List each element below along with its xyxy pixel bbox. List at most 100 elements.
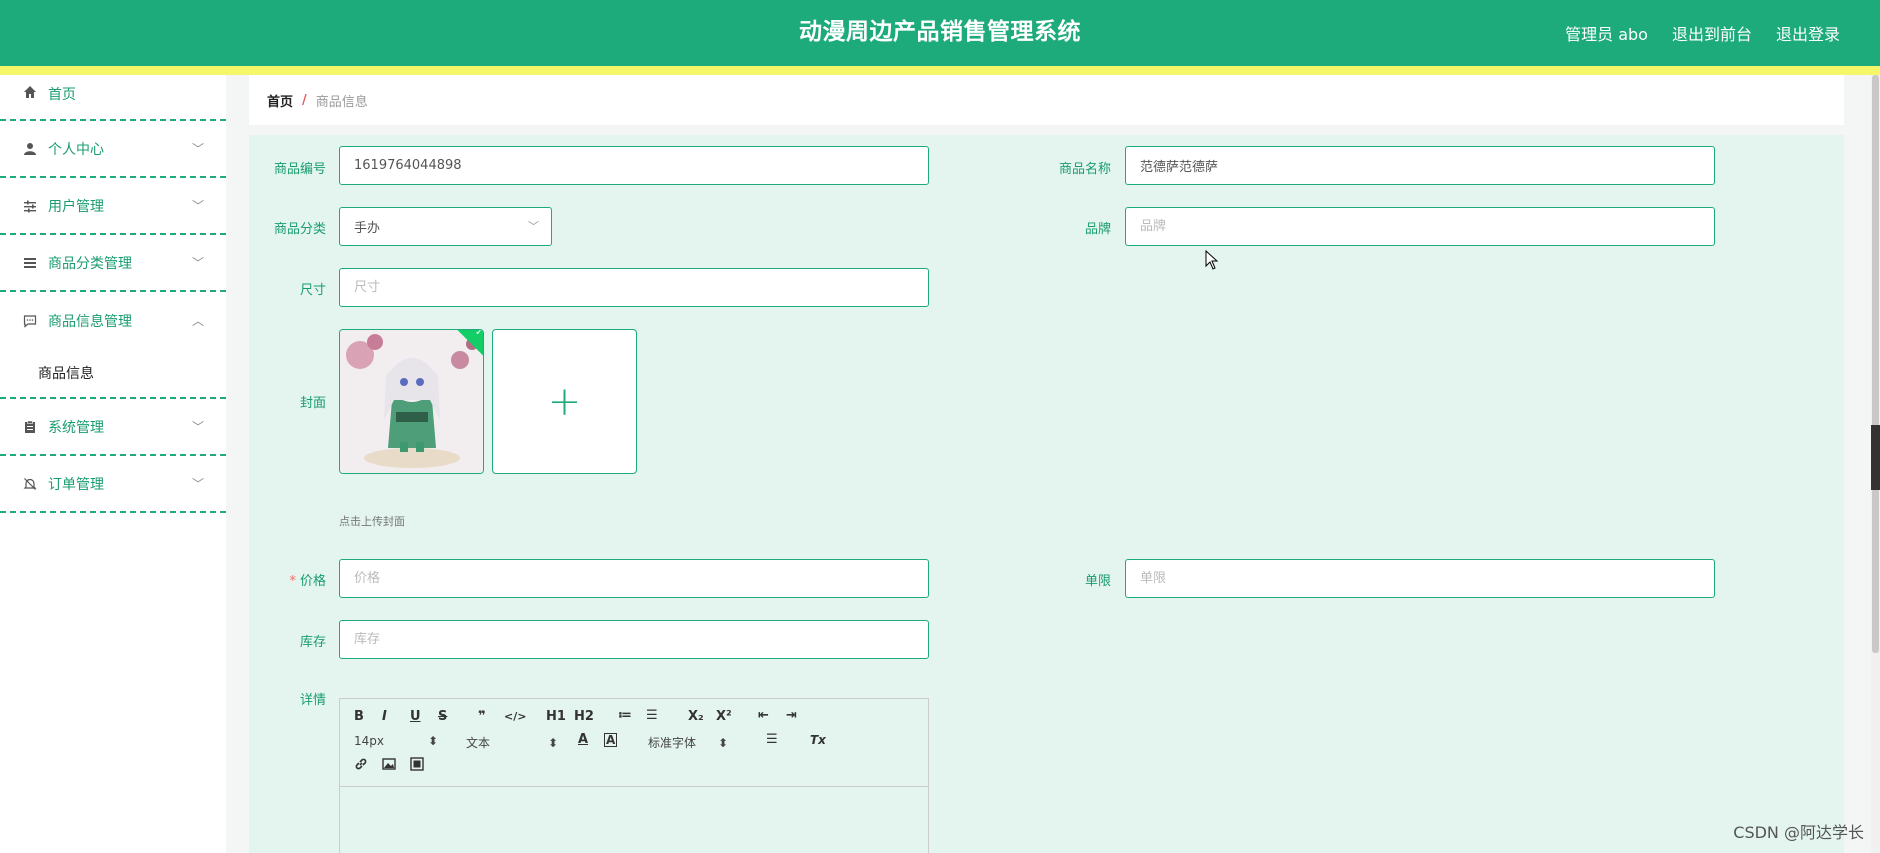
bold-button[interactable]: B bbox=[354, 709, 364, 724]
cover-image[interactable]: ✓ bbox=[339, 329, 484, 474]
sidebar-item-label: 个人中心 bbox=[48, 141, 104, 158]
product-name-label: 商品名称 bbox=[1058, 162, 1111, 177]
link-icon[interactable] bbox=[354, 757, 368, 775]
product-no-input[interactable] bbox=[339, 146, 929, 185]
background-color-icon[interactable]: A bbox=[604, 733, 618, 747]
header-stripe bbox=[0, 66, 1880, 75]
sidebar: 首页 个人中心 ﹀ 用户管理 ﹀ 商品分类管理 ﹀ 商品信息管理 ︿ 商品信息 bbox=[0, 75, 226, 853]
chevron-down-icon: ﹀ bbox=[191, 476, 204, 491]
chevron-down-icon: ﹀ bbox=[528, 220, 539, 233]
subscript-button[interactable]: X₂ bbox=[688, 709, 704, 724]
indent-button[interactable]: ⇥ bbox=[786, 708, 797, 723]
size-label: 尺寸 bbox=[299, 283, 326, 298]
header-select-value: 文本 bbox=[466, 736, 491, 750]
mouse-cursor-icon bbox=[1205, 249, 1219, 270]
breadcrumb: 首页 / 商品信息 bbox=[249, 75, 1844, 125]
sliders-icon bbox=[22, 198, 38, 214]
quote-button[interactable]: ❞ bbox=[478, 709, 486, 724]
font-size-value: 14px bbox=[354, 734, 384, 748]
font-family-select[interactable]: 标准字体 ⬍ bbox=[648, 734, 728, 751]
price-label: * 价格 bbox=[236, 570, 326, 589]
breadcrumb-separator: / bbox=[302, 92, 307, 108]
chevron-down-icon: ﹀ bbox=[191, 198, 204, 213]
underline-button[interactable]: U bbox=[410, 709, 421, 724]
cover-upload-button[interactable]: + bbox=[492, 329, 637, 474]
scrollbar-handle[interactable] bbox=[1871, 425, 1880, 490]
strike-button[interactable]: S bbox=[438, 709, 447, 724]
align-icon[interactable]: ☰ bbox=[766, 732, 778, 747]
superscript-button[interactable]: X² bbox=[716, 709, 732, 724]
editor-content-area[interactable] bbox=[340, 787, 928, 853]
chat-icon bbox=[22, 313, 38, 329]
sidebar-item-label: 首页 bbox=[48, 87, 76, 103]
brand-label: 品牌 bbox=[1084, 222, 1111, 237]
rich-text-editor: B I U S ❞ </> H1 H2 ≔ ☰ X₂ X² ⇤ ⇥ 14px ⬍ … bbox=[339, 698, 929, 853]
h2-button[interactable]: H2 bbox=[574, 709, 594, 724]
limit-label: 单限 bbox=[1084, 574, 1111, 589]
sidebar-item-label: 订单管理 bbox=[48, 476, 104, 493]
sidebar-item-personal[interactable]: 个人中心 ﹀ bbox=[0, 121, 226, 178]
product-name-input[interactable] bbox=[1125, 146, 1715, 185]
video-icon[interactable] bbox=[410, 757, 424, 775]
plus-icon: + bbox=[547, 378, 582, 425]
bullet-list-button[interactable]: ☰ bbox=[646, 708, 658, 723]
select-arrows-icon: ⬍ bbox=[428, 734, 439, 748]
header-select[interactable]: 文本 ⬍ bbox=[466, 734, 558, 751]
sidebar-item-users[interactable]: 用户管理 ﹀ bbox=[0, 178, 226, 235]
size-input[interactable] bbox=[339, 268, 929, 307]
list-icon bbox=[22, 255, 38, 271]
editor-toolbar: B I U S ❞ </> H1 H2 ≔ ☰ X₂ X² ⇤ ⇥ 14px ⬍ … bbox=[340, 699, 928, 787]
breadcrumb-current: 商品信息 bbox=[315, 94, 368, 110]
sidebar-item-category[interactable]: 商品分类管理 ﹀ bbox=[0, 235, 226, 292]
font-family-value: 标准字体 bbox=[648, 736, 697, 750]
sidebar-item-product[interactable]: 商品信息管理 ︿ bbox=[0, 292, 226, 349]
select-arrows-icon: ⬍ bbox=[548, 736, 559, 750]
select-arrows-icon: ⬍ bbox=[718, 736, 729, 750]
scrollbar-thumb[interactable] bbox=[1872, 75, 1879, 653]
sidebar-group-product: 商品信息管理 ︿ 商品信息 bbox=[0, 292, 226, 399]
user-icon bbox=[22, 141, 38, 157]
breadcrumb-home[interactable]: 首页 bbox=[267, 91, 293, 110]
ordered-list-button[interactable]: ≔ bbox=[618, 708, 632, 723]
header-links: 管理员 abo 退出到前台 退出登录 bbox=[1565, 0, 1840, 66]
chevron-up-icon: ︿ bbox=[191, 313, 204, 328]
outdent-button[interactable]: ⇤ bbox=[758, 708, 769, 723]
sidebar-item-label: 商品分类管理 bbox=[48, 255, 132, 272]
clear-format-button[interactable]: Tx bbox=[810, 733, 826, 747]
sidebar-subitem-product-info[interactable]: 商品信息 bbox=[0, 349, 226, 397]
font-color-icon[interactable]: A bbox=[578, 732, 588, 747]
stock-input[interactable] bbox=[339, 620, 929, 659]
sidebar-item-orders[interactable]: 订单管理 ﹀ bbox=[0, 456, 226, 513]
limit-input[interactable] bbox=[1125, 559, 1715, 598]
italic-button[interactable]: I bbox=[382, 709, 387, 724]
clipboard-icon bbox=[22, 419, 38, 435]
admin-user-link[interactable]: 管理员 abo bbox=[1565, 21, 1648, 45]
font-size-select[interactable]: 14px ⬍ bbox=[354, 734, 438, 748]
required-mark: * bbox=[289, 574, 296, 589]
sidebar-item-home[interactable]: 首页 bbox=[0, 75, 226, 121]
go-frontend-link[interactable]: 退出到前台 bbox=[1672, 21, 1752, 45]
sidebar-item-label: 用户管理 bbox=[48, 198, 104, 215]
category-select-value: 手办 bbox=[354, 221, 381, 236]
sidebar-item-label: 系统管理 bbox=[48, 419, 104, 436]
chevron-down-icon: ﹀ bbox=[191, 141, 204, 156]
stock-label: 库存 bbox=[299, 635, 326, 650]
details-label: 详情 bbox=[299, 693, 326, 708]
bell-off-icon bbox=[22, 476, 38, 492]
chevron-down-icon: ﹀ bbox=[191, 419, 204, 434]
price-input[interactable] bbox=[339, 559, 929, 598]
cover-label: 封面 bbox=[299, 396, 326, 411]
brand-input[interactable] bbox=[1125, 207, 1715, 246]
check-icon: ✓ bbox=[475, 329, 484, 339]
product-no-label: 商品编号 bbox=[273, 162, 326, 177]
image-icon[interactable] bbox=[382, 757, 396, 775]
category-select[interactable]: 手办 ﹀ bbox=[339, 207, 552, 246]
price-label-text: 价格 bbox=[299, 574, 326, 589]
sidebar-item-label: 商品信息管理 bbox=[48, 313, 132, 330]
watermark: CSDN @阿达学长 bbox=[1733, 823, 1864, 842]
code-button[interactable]: </> bbox=[504, 710, 526, 723]
logout-link[interactable]: 退出登录 bbox=[1776, 21, 1840, 45]
h1-button[interactable]: H1 bbox=[546, 709, 566, 724]
chevron-down-icon: ﹀ bbox=[191, 255, 204, 270]
sidebar-item-system[interactable]: 系统管理 ﹀ bbox=[0, 399, 226, 456]
